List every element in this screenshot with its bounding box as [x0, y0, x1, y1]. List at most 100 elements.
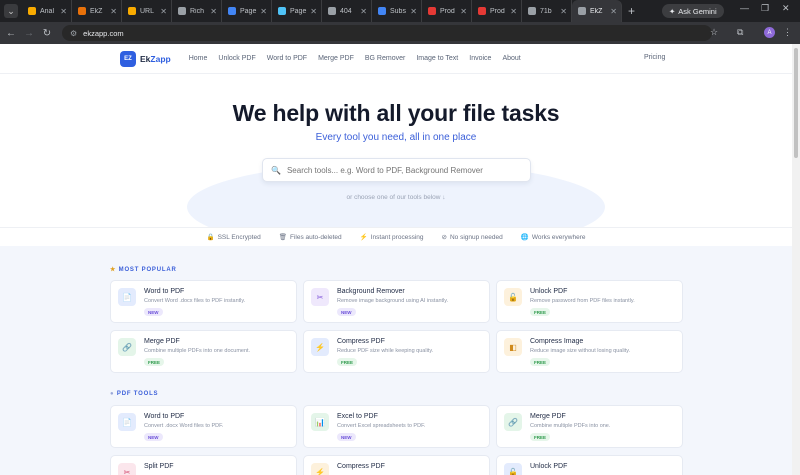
tool-badge: FREE [144, 358, 165, 366]
tool-card-compress-pdf[interactable]: ⚡ Compress PDF Reduce PDF size while keep… [303, 330, 490, 373]
tool-icon: 📊 [311, 413, 329, 431]
minimize-icon[interactable]: — [740, 3, 749, 13]
tool-card-compress-image[interactable]: ◧ Compress Image Reduce image size withou… [496, 330, 683, 373]
browser-tab[interactable]: Page ✕ [222, 0, 272, 22]
tool-card-unlock-pdf[interactable]: 🔓 Unlock PDF [496, 455, 683, 475]
browser-tab[interactable]: Page ✕ [272, 0, 322, 22]
tab-close-icon[interactable]: ✕ [260, 7, 267, 16]
tool-card-word-to-pdf[interactable]: 📄 Word to PDF Convert .docx Word files to… [110, 405, 297, 448]
nav-link-unlock-pdf[interactable]: Unlock PDF [218, 55, 255, 62]
tool-title: Compress PDF [337, 463, 385, 470]
tab-close-icon[interactable]: ✕ [510, 7, 517, 16]
tab-title: 71b [540, 7, 552, 15]
nav-link-home[interactable]: Home [189, 55, 208, 62]
tab-close-icon[interactable]: ✕ [560, 7, 567, 16]
new-tab-button[interactable]: + [628, 4, 635, 18]
tab-close-icon[interactable]: ✕ [310, 7, 317, 16]
extensions-icon[interactable]: ⧉ [737, 27, 743, 38]
site-logo[interactable]: EZ EkZapp [120, 50, 171, 67]
tool-badge: FREE [337, 358, 358, 366]
browser-tab[interactable]: EkZ ✕ [72, 0, 122, 22]
tool-badge: NEW [337, 308, 356, 316]
tool-title: Split PDF [144, 463, 174, 470]
page-scrollbar[interactable] [792, 44, 800, 475]
nav-link-pricing[interactable]: Pricing [644, 54, 665, 61]
trust-label: Instant processing [370, 234, 424, 241]
trust-item: ⚡ Instant processing [360, 233, 424, 241]
browser-tab[interactable]: 71b ✕ [522, 0, 572, 22]
tab-favicon-icon [278, 7, 286, 15]
ask-gemini-button[interactable]: ✦ Ask Gemini [662, 4, 724, 18]
browser-tab[interactable]: 404 ✕ [322, 0, 372, 22]
address-bar: ← → ↻ ⚙ ekzapp.com [0, 22, 800, 44]
tool-card-compress-pdf[interactable]: ⚡ Compress PDF [303, 455, 490, 475]
trust-icon: 🔒 [206, 234, 215, 241]
tool-search-box[interactable]: 🔍 [262, 158, 531, 182]
trust-icon: ⚡ [359, 234, 368, 241]
site-info-icon[interactable]: ⚙ [70, 29, 77, 38]
tool-card-merge-pdf[interactable]: 🔗 Merge PDF Combine multiple PDFs into on… [496, 405, 683, 448]
browser-tab[interactable]: EkZ ✕ [572, 0, 622, 22]
tool-card-split-pdf[interactable]: ✂ Split PDF [110, 455, 297, 475]
tool-card-unlock-pdf[interactable]: 🔓 Unlock PDF Remove password from PDF fil… [496, 280, 683, 323]
tool-search-input[interactable] [286, 165, 507, 175]
browser-tab[interactable]: Prod ✕ [422, 0, 472, 22]
nav-link-merge-pdf[interactable]: Merge PDF [318, 55, 354, 62]
nav-link-invoice[interactable]: Invoice [469, 55, 491, 62]
tool-title: Compress Image [530, 338, 584, 345]
tab-close-icon[interactable]: ✕ [410, 7, 417, 16]
tab-favicon-icon [28, 7, 36, 15]
tab-close-icon[interactable]: ✕ [110, 7, 117, 16]
nav-link-about[interactable]: About [502, 55, 520, 62]
tab-title: Subs [390, 7, 406, 15]
tab-favicon-icon [128, 7, 136, 15]
tool-card-background-remover[interactable]: ✂ Background Remover Remove image backgro… [303, 280, 490, 323]
browser-tab[interactable]: Prod ✕ [472, 0, 522, 22]
tool-card-word-to-pdf[interactable]: 📄 Word to PDF Convert Word .docx files to… [110, 280, 297, 323]
tab-close-icon[interactable]: ✕ [160, 7, 167, 16]
trust-label: No signup needed [449, 234, 503, 241]
tool-card-excel-to-pdf[interactable]: 📊 Excel to PDF Convert Excel spreadsheets… [303, 405, 490, 448]
nav-link-bg-remover[interactable]: BG Remover [365, 55, 405, 62]
back-icon[interactable]: ← [4, 28, 18, 39]
gemini-icon: ✦ [669, 6, 676, 16]
tool-title: Merge PDF [144, 338, 180, 345]
close-window-icon[interactable]: ✕ [782, 3, 790, 14]
tab-favicon-icon [78, 7, 86, 15]
logo-mark: EZ [120, 50, 136, 67]
tab-favicon-icon [578, 7, 586, 15]
section-icon: ★ [110, 267, 117, 273]
browser-menu-icon[interactable]: ⋮ [783, 27, 792, 38]
maximize-icon[interactable]: ❐ [761, 3, 769, 14]
tab-close-icon[interactable]: ✕ [610, 7, 617, 16]
nav-link-word-to-pdf[interactable]: Word to PDF [267, 55, 307, 62]
tab-search-icon[interactable]: ⌄ [4, 4, 18, 18]
tab-title: EkZ [590, 7, 603, 15]
tool-title: Background Remover [337, 288, 405, 295]
tab-favicon-icon [528, 7, 536, 15]
profile-avatar[interactable]: A [764, 27, 775, 38]
scrollbar-thumb[interactable] [794, 48, 798, 158]
bookmark-star-icon[interactable]: ☆ [710, 27, 718, 38]
tool-card-merge-pdf[interactable]: 🔗 Merge PDF Combine multiple PDFs into on… [110, 330, 297, 373]
browser-tab[interactable]: Anal ✕ [22, 0, 72, 22]
reload-icon[interactable]: ↻ [40, 28, 54, 39]
tab-close-icon[interactable]: ✕ [460, 7, 467, 16]
tool-icon: ◧ [504, 338, 522, 356]
trust-bar: 🔒 SSL Encrypted 🗑 Files auto-deleted ⚡ Instan… [0, 227, 792, 247]
tab-close-icon[interactable]: ✕ [360, 7, 367, 16]
browser-tab[interactable]: Rich ✕ [172, 0, 222, 22]
forward-icon[interactable]: → [22, 28, 36, 39]
tab-close-icon[interactable]: ✕ [210, 7, 217, 16]
nav-link-image-to-text[interactable]: Image to Text [416, 55, 458, 62]
browser-tab[interactable]: URL ✕ [122, 0, 172, 22]
browser-tab[interactable]: Subs ✕ [372, 0, 422, 22]
web-page: EZ EkZapp Home Unlock PDF Word to PDF Merge… [0, 44, 792, 475]
tool-icon: ✂ [118, 463, 136, 475]
hero-section: We help with all your file tasks Every t… [0, 74, 792, 252]
tab-favicon-icon [228, 7, 236, 15]
tab-close-icon[interactable]: ✕ [60, 7, 67, 16]
tool-badge: NEW [144, 433, 163, 441]
url-field[interactable]: ⚙ ekzapp.com [62, 25, 712, 41]
tool-title: Unlock PDF [530, 288, 568, 295]
